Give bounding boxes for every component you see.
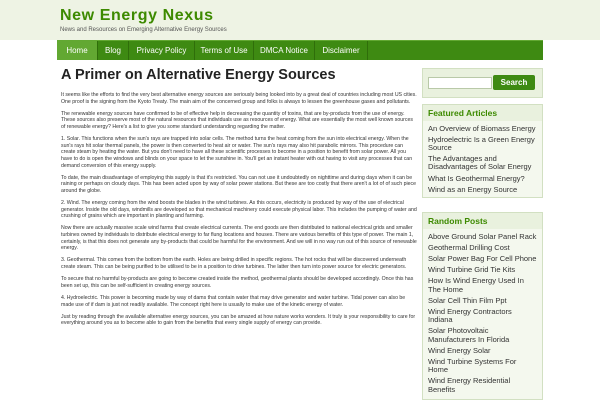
featured-articles-list: An Overview of Biomass Energy Hydroelect… (423, 121, 542, 197)
search-button[interactable]: Search (493, 75, 535, 90)
sidebar: Search Featured Articles An Overview of … (422, 60, 543, 400)
random-post-link[interactable]: Above Ground Solar Panel Rack (428, 231, 538, 242)
site-header: New Energy Nexus News and Resources on E… (0, 0, 600, 40)
featured-article-link[interactable]: Hydroelectric Is a Green Energy Source (428, 134, 538, 153)
featured-article-link[interactable]: Wind as an Energy Source (428, 184, 538, 195)
nav-item-privacy-policy[interactable]: Privacy Policy (129, 41, 194, 60)
nav-item-terms-of-use[interactable]: Terms of Use (195, 41, 253, 60)
featured-article-link[interactable]: What Is Geothermal Energy? (428, 173, 538, 184)
post-paragraph: To secure that no harmful by-products ar… (61, 276, 414, 289)
post-paragraph: To date, the main disadvantage of employ… (61, 174, 417, 194)
post-paragraph: 2. Wind. The energy coming from the wind… (61, 200, 417, 220)
nav-item-blog[interactable]: Blog (98, 41, 128, 60)
random-post-link[interactable]: Wind Turbine Systems For Home (428, 356, 538, 375)
nav-item-dmca-notice[interactable]: DMCA Notice (254, 41, 314, 60)
random-post-link[interactable]: Wind Energy Residential Benefits (428, 376, 538, 395)
search-form: Search (422, 68, 543, 98)
post-paragraph: 1. Solar. This functions when the sun's … (61, 136, 413, 169)
random-post-link[interactable]: Wind Energy Contractors Indiana (428, 306, 538, 325)
nav-item-disclaimer[interactable]: Disclaimer (315, 41, 367, 60)
nav-item-home[interactable]: Home (57, 41, 97, 60)
site-title[interactable]: New Energy Nexus (60, 7, 214, 25)
featured-articles-widget: Featured Articles An Overview of Biomass… (422, 104, 543, 199)
post-paragraph: 4. Hydroelectric. This power is becoming… (61, 295, 406, 308)
random-posts-list: Above Ground Solar Panel Rack Geothermal… (423, 229, 542, 397)
post-paragraph: The renewable energy sources have confir… (61, 110, 413, 130)
random-post-link[interactable]: Geothermal Drilling Cost (428, 242, 538, 253)
featured-article-link[interactable]: The Advantages and Disadvantages of Sola… (428, 154, 538, 173)
post-paragraph: It seems like the efforts to find the ve… (61, 92, 417, 105)
post-paragraph: Now there are actually massive scale win… (61, 225, 417, 252)
random-posts-widget: Random Posts Above Ground Solar Panel Ra… (422, 212, 543, 400)
random-post-link[interactable]: Wind Turbine Grid Tie Kits (428, 265, 538, 276)
post-paragraph: 3. Geothermal. This comes from the botto… (61, 257, 407, 271)
random-post-link[interactable]: Solar Cell Thin Film Ppt (428, 295, 538, 306)
nav-divider (367, 41, 368, 60)
post-paragraph: Just by reading through the available al… (61, 313, 416, 327)
featured-article-link[interactable]: An Overview of Biomass Energy (428, 123, 538, 134)
random-post-link[interactable]: Wind Energy Solar (428, 345, 538, 356)
random-post-link[interactable]: How Is Wind Energy Used In The Home (428, 276, 538, 295)
random-post-link[interactable]: Solar Photovoltaic Manufacturers In Flor… (428, 326, 538, 345)
widget-title: Random Posts (423, 213, 542, 229)
main-nav: Home Blog Privacy Policy Terms of Use DM… (57, 40, 543, 60)
site-description: News and Resources on Emerging Alternati… (60, 27, 227, 33)
page: New Energy Nexus News and Resources on E… (0, 0, 600, 400)
widget-title: Featured Articles (423, 105, 542, 121)
search-input[interactable] (428, 77, 492, 89)
post-body: It seems like the efforts to find the ve… (61, 92, 417, 333)
post-title[interactable]: A Primer on Alternative Energy Sources (61, 67, 336, 83)
random-post-link[interactable]: Solar Power Bag For Cell Phone (428, 253, 538, 264)
